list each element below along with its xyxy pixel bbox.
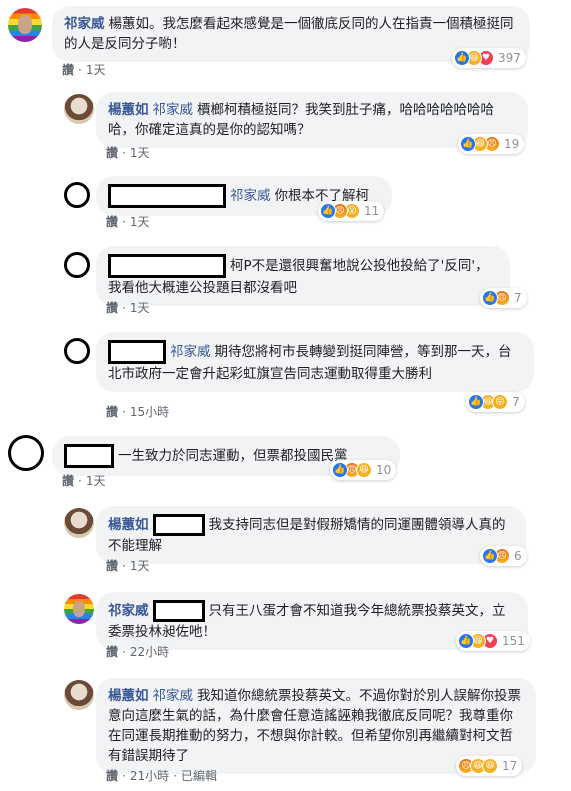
timestamp[interactable]: 1天 bbox=[130, 559, 150, 573]
avatar[interactable] bbox=[8, 435, 44, 471]
reaction-summary[interactable]: 😠 😆 😆 17 bbox=[456, 756, 523, 776]
like-button[interactable]: 讚 bbox=[106, 405, 118, 419]
separator: · bbox=[122, 301, 126, 315]
timestamp[interactable]: 1天 bbox=[130, 301, 150, 315]
redacted-name bbox=[108, 254, 226, 278]
separator: · bbox=[78, 474, 82, 488]
timestamp[interactable]: 1天 bbox=[130, 146, 150, 160]
comment-author[interactable]: 祁家威 bbox=[64, 16, 105, 32]
separator: · bbox=[122, 405, 126, 419]
like-button[interactable]: 讚 bbox=[62, 63, 74, 77]
like-button[interactable]: 讚 bbox=[106, 559, 118, 573]
tagged-user[interactable]: 祁家威 bbox=[153, 102, 194, 118]
reaction-count: 7 bbox=[512, 395, 520, 409]
edited-label[interactable]: 已編輯 bbox=[181, 769, 217, 783]
timestamp[interactable]: 1天 bbox=[86, 63, 106, 77]
avatar[interactable] bbox=[64, 252, 90, 278]
avatar[interactable] bbox=[64, 338, 90, 364]
like-button[interactable]: 讚 bbox=[106, 645, 118, 659]
reaction-summary[interactable]: 👍 😆 ♥ 151 bbox=[456, 631, 530, 651]
like-reaction-icon: 👍 bbox=[468, 394, 484, 410]
like-reaction-icon: 👍 bbox=[458, 633, 474, 649]
reaction-count: 10 bbox=[376, 463, 392, 477]
redacted-name bbox=[152, 514, 205, 536]
timestamp[interactable]: 15小時 bbox=[130, 405, 169, 419]
haha-reaction-icon: 😆 bbox=[356, 462, 372, 478]
like-reaction-icon: 👍 bbox=[460, 136, 476, 152]
reaction-count: 151 bbox=[502, 634, 525, 648]
avatar[interactable] bbox=[8, 8, 42, 42]
timestamp[interactable]: 1天 bbox=[130, 215, 150, 229]
reaction-summary[interactable]: 👍 😠 😆 10 bbox=[330, 460, 397, 480]
reaction-count: 11 bbox=[364, 204, 380, 218]
tagged-user[interactable]: 祁家威 bbox=[153, 688, 194, 704]
redacted-name bbox=[64, 444, 114, 468]
like-button[interactable]: 讚 bbox=[106, 215, 118, 229]
timestamp[interactable]: 1天 bbox=[86, 474, 106, 488]
reaction-count: 19 bbox=[504, 137, 520, 151]
avatar[interactable] bbox=[64, 94, 94, 124]
reaction-count: 397 bbox=[498, 51, 521, 65]
avatar[interactable] bbox=[64, 594, 94, 624]
like-button[interactable]: 讚 bbox=[62, 474, 74, 488]
like-reaction-icon: 👍 bbox=[332, 462, 348, 478]
comment-author[interactable]: 祁家威 bbox=[108, 603, 149, 619]
reaction-summary[interactable]: 👍 😆 ♥ 397 bbox=[452, 48, 526, 68]
comment-actions: 讚 · 1天 bbox=[62, 472, 105, 489]
comment-text: 楊蕙如。我怎麼看起來感覺是一個徹底反同的人在指責一個積極挺同的人是反同分子喲！ bbox=[64, 16, 514, 52]
reaction-count: 7 bbox=[514, 291, 522, 305]
comment-actions: 讚 · 15小時 bbox=[106, 403, 169, 420]
reaction-summary[interactable]: 👍 😆 😠 19 bbox=[458, 134, 525, 154]
separator: · bbox=[122, 559, 126, 573]
timestamp[interactable]: 22小時 bbox=[130, 645, 169, 659]
comment-actions: 讚 · 1天 bbox=[106, 557, 149, 574]
separator: · bbox=[122, 645, 126, 659]
avatar[interactable] bbox=[64, 182, 90, 208]
separator: · bbox=[122, 769, 126, 783]
laugh-reaction-icon: 😆 bbox=[482, 758, 498, 774]
comment-author[interactable]: 楊蕙如 bbox=[108, 517, 149, 533]
comment-bubble: 柯P不是還很興奮地說公投他投給了'反同'，我看他大概連公投題目都沒看吧 bbox=[96, 246, 510, 306]
tagged-user[interactable]: 祁家威 bbox=[230, 188, 271, 204]
reaction-summary[interactable]: 👍 😠 7 bbox=[480, 288, 527, 308]
comment-actions: 讚 · 21小時 · 已編輯 bbox=[106, 767, 217, 784]
comment-actions: 讚 · 1天 bbox=[106, 213, 149, 230]
separator: · bbox=[78, 63, 82, 77]
comment-bubble: 楊蕙如 我支持同志但是對假掰矯情的同運團體領導人真的不能理解 bbox=[96, 506, 526, 564]
reaction-summary[interactable]: 👍 😠 6 bbox=[480, 546, 527, 566]
comment-author[interactable]: 楊蕙如 bbox=[108, 102, 149, 118]
redacted-name bbox=[108, 340, 166, 364]
timestamp[interactable]: 21小時 bbox=[130, 769, 169, 783]
redacted-name bbox=[108, 184, 226, 208]
comment-actions: 讚 · 1天 bbox=[106, 144, 149, 161]
comment-actions: 讚 · 1天 bbox=[106, 299, 149, 316]
like-reaction-icon: 👍 bbox=[482, 290, 498, 306]
separator: · bbox=[122, 215, 126, 229]
like-button[interactable]: 讚 bbox=[106, 769, 118, 783]
tongue-reaction-icon: 😜 bbox=[492, 394, 508, 410]
reaction-summary[interactable]: 👍 😠 😮 11 bbox=[318, 201, 385, 221]
comment-text: 一生致力於同志運動，但票都投國民黨 bbox=[118, 448, 348, 464]
like-reaction-icon: 👍 bbox=[320, 203, 336, 219]
reaction-summary[interactable]: 👍 😆 😜 7 bbox=[466, 392, 525, 412]
redacted-name bbox=[152, 600, 205, 622]
separator: · bbox=[173, 769, 177, 783]
comment-author[interactable]: 楊蕙如 bbox=[108, 688, 149, 704]
like-button[interactable]: 讚 bbox=[106, 146, 118, 160]
like-reaction-icon: 👍 bbox=[482, 548, 498, 564]
separator: · bbox=[122, 146, 126, 160]
comment-actions: 讚 · 22小時 bbox=[106, 643, 169, 660]
reaction-count: 17 bbox=[502, 759, 518, 773]
like-button[interactable]: 讚 bbox=[106, 301, 118, 315]
comment-actions: 讚 · 1天 bbox=[62, 61, 105, 78]
avatar[interactable] bbox=[64, 680, 94, 710]
comment-text: 期待您將柯市長轉變到挺同陣營，等到那一天，台北市政府一定會升起彩虹旗宣告同志運動… bbox=[108, 344, 512, 382]
tagged-user[interactable]: 祁家威 bbox=[170, 344, 211, 360]
avatar[interactable] bbox=[64, 508, 94, 538]
reaction-count: 6 bbox=[514, 549, 522, 563]
comment-bubble: 祁家威 期待您將柯市長轉變到挺同陣營，等到那一天，台北市政府一定會升起彩虹旗宣告同… bbox=[96, 332, 534, 392]
like-reaction-icon: 👍 bbox=[454, 50, 470, 66]
